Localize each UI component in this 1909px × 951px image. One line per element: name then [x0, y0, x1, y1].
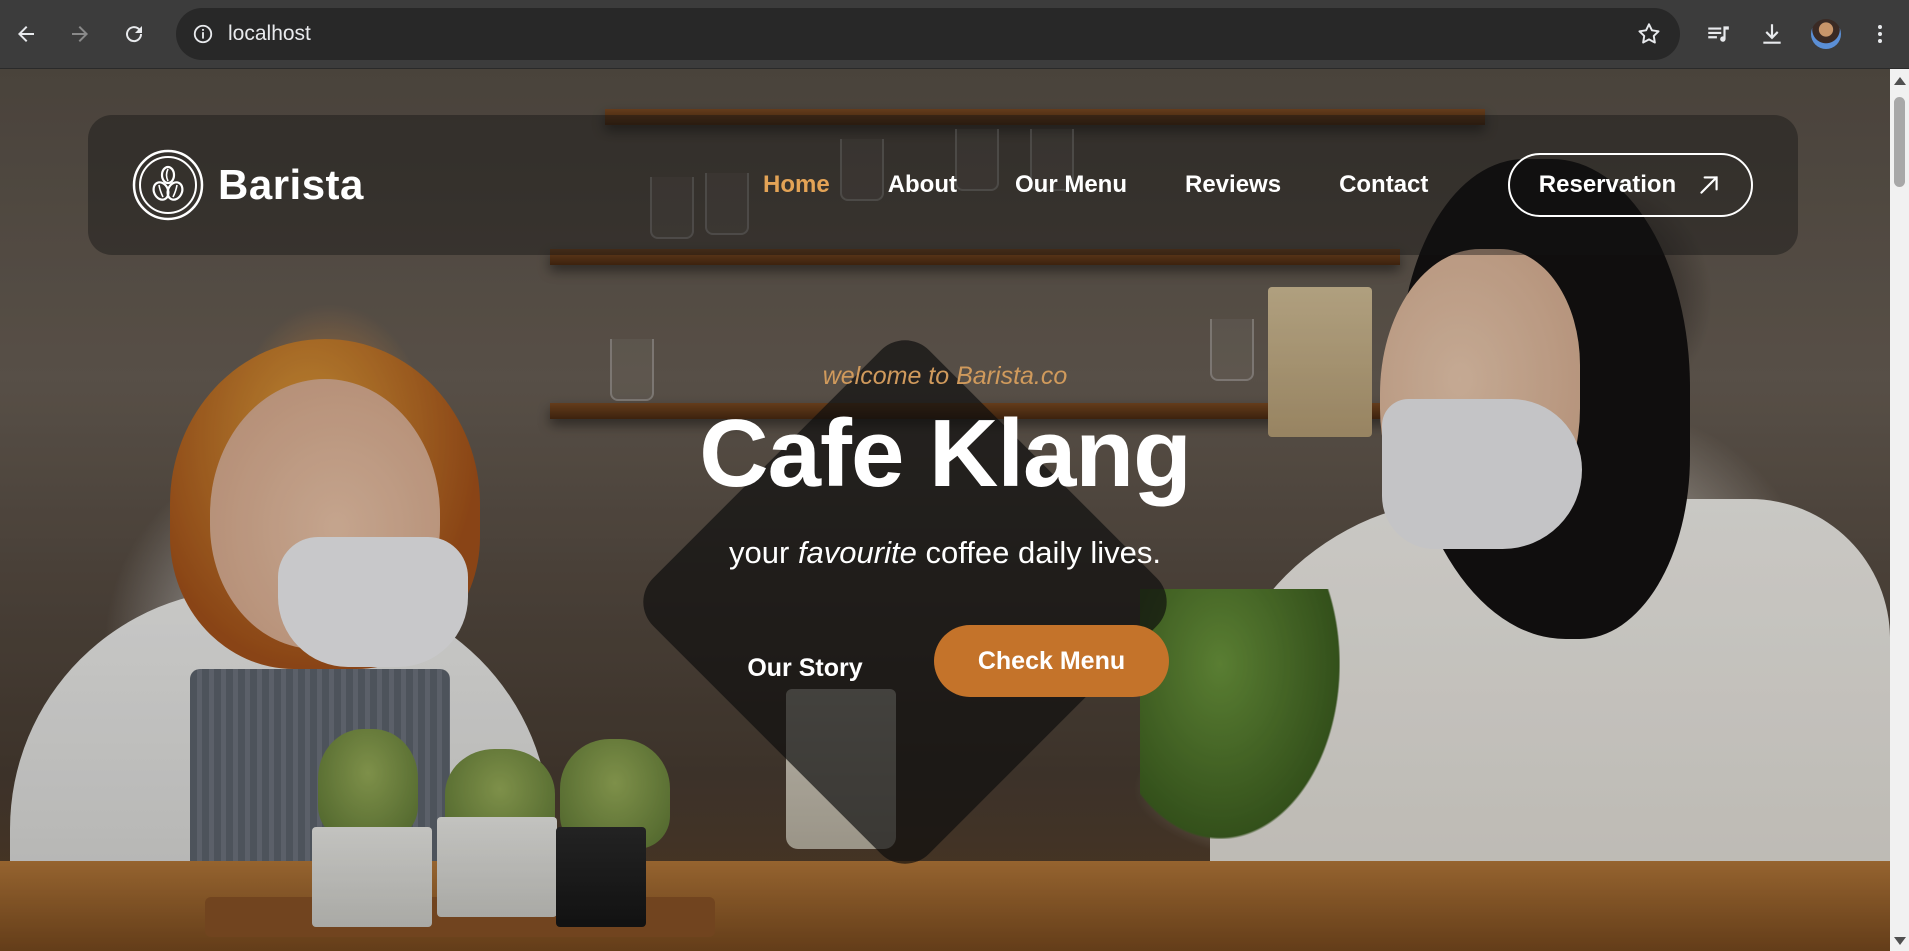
coffee-bean-logo-icon: [132, 149, 204, 221]
site-logo[interactable]: Barista: [132, 149, 364, 221]
downloads-button[interactable]: [1754, 16, 1790, 52]
download-icon: [1763, 24, 1781, 44]
brand-name: Barista: [218, 161, 364, 208]
our-story-button[interactable]: Our Story: [735, 645, 875, 691]
media-control-button[interactable]: [1700, 16, 1736, 52]
tagline-emphasis: favourite: [797, 535, 917, 570]
reservation-label: Reservation: [1538, 171, 1677, 198]
nav-link-our-menu[interactable]: Our Menu: [1015, 171, 1127, 199]
nav-link-home[interactable]: Home: [763, 171, 830, 199]
nav-link-about[interactable]: About: [888, 171, 957, 199]
media-control-icon: [1708, 26, 1729, 42]
browser-toolbar: localhost: [0, 0, 1909, 69]
page-scrollbar[interactable]: [1890, 69, 1909, 951]
hero-title: Cafe Klang: [699, 400, 1191, 507]
back-button[interactable]: [8, 16, 44, 52]
reload-button[interactable]: [116, 16, 152, 52]
browser-menu-button[interactable]: [1862, 16, 1898, 52]
arrow-left-icon: [18, 26, 34, 42]
hero-welcome-text: welcome to Barista.co: [822, 362, 1068, 390]
nav-link-reviews[interactable]: Reviews: [1185, 171, 1281, 199]
reservation-button[interactable]: Reservation: [1508, 153, 1753, 217]
forward-button[interactable]: [62, 16, 98, 52]
avatar[interactable]: [1811, 19, 1841, 49]
nav-link-contact[interactable]: Contact: [1339, 171, 1428, 199]
scrollbar-thumb[interactable]: [1894, 97, 1905, 187]
site-header: Barista Home About Our Menu Reviews Cont…: [88, 115, 1798, 255]
page-viewport: Barista Home About Our Menu Reviews Cont…: [0, 69, 1890, 951]
arrow-up-right-icon: [1700, 176, 1718, 194]
url-text[interactable]: localhost: [228, 8, 311, 60]
scroll-down-arrow-icon[interactable]: [1894, 937, 1906, 945]
address-bar[interactable]: localhost: [176, 8, 1680, 60]
hero-tagline: your favourite coffee daily lives.: [0, 535, 1890, 571]
star-icon[interactable]: [1636, 21, 1662, 47]
reload-icon: [126, 26, 143, 43]
tagline-part: coffee daily lives.: [916, 535, 1161, 570]
arrow-right-icon: [72, 26, 88, 42]
info-icon[interactable]: [190, 21, 216, 47]
scroll-up-arrow-icon[interactable]: [1894, 77, 1906, 85]
check-menu-button[interactable]: Check Menu: [934, 625, 1169, 697]
tagline-part: your: [729, 535, 798, 570]
main-nav: Home About Our Menu Reviews Contact: [763, 115, 1486, 255]
kebab-menu-icon: [1878, 25, 1882, 43]
